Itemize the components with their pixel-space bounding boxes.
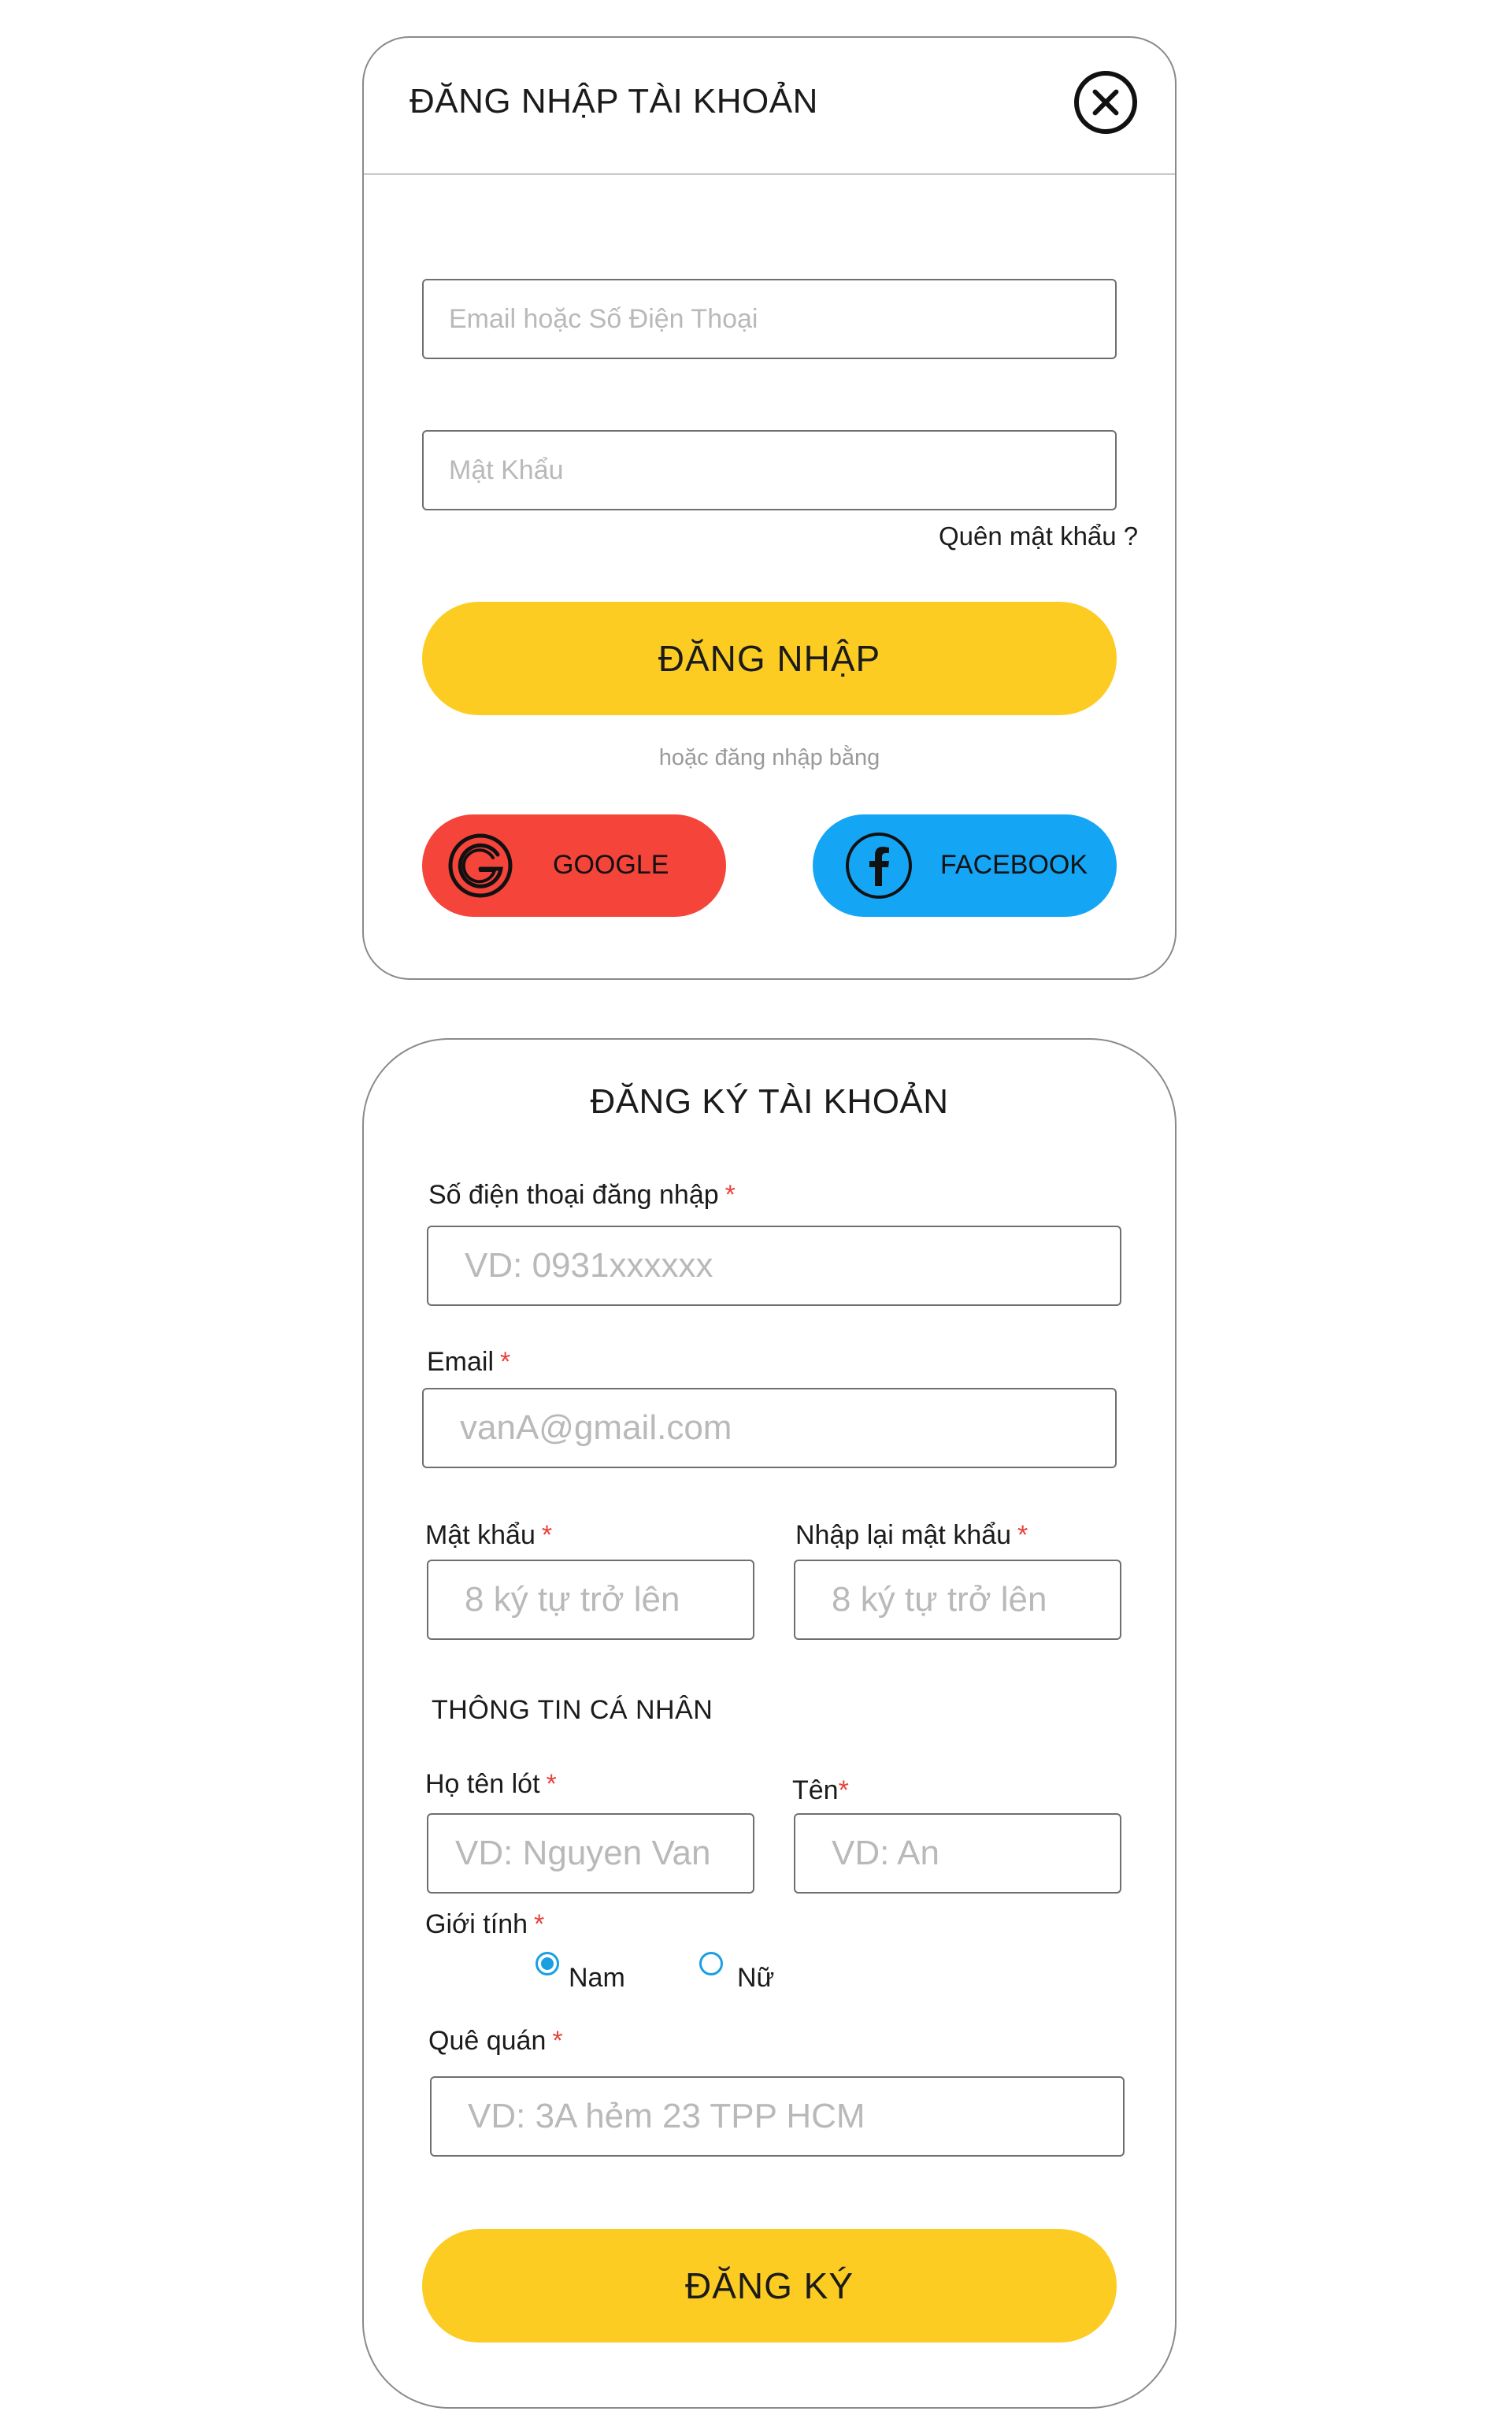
hometown-input[interactable]	[430, 2076, 1125, 2157]
google-icon	[448, 833, 513, 898]
password-input[interactable]	[427, 1560, 754, 1640]
forgot-password-link[interactable]: Quên mật khẩu ?	[939, 521, 1138, 551]
first-name-input[interactable]	[794, 1813, 1121, 1894]
required-mark: *	[546, 1769, 557, 1799]
last-middle-name-label-text: Họ tên lót	[425, 1769, 540, 1799]
password-confirm-input[interactable]	[794, 1560, 1121, 1640]
password-label-text: Mật khẩu	[425, 1520, 536, 1550]
facebook-login-button[interactable]: FACEBOOK	[813, 814, 1117, 917]
gender-label-text: Giới tính	[425, 1909, 528, 1939]
first-name-label-text: Tên	[792, 1775, 839, 1805]
or-login-with-text: hoặc đăng nhập bằng	[658, 745, 880, 770]
email-input[interactable]	[422, 1388, 1117, 1468]
close-icon[interactable]	[1074, 71, 1137, 134]
password-label: Mật khẩu *	[425, 1520, 552, 1551]
password-confirm-label: Nhập lại mật khẩu *	[795, 1520, 1028, 1551]
required-mark: *	[1017, 1520, 1028, 1550]
hometown-label-text: Quê quán	[428, 2026, 547, 2056]
gender-label: Giới tính *	[425, 1909, 544, 1940]
gender-option-male[interactable]: Nam	[569, 1963, 625, 1994]
register-title: ĐĂNG KÝ TÀI KHOẢN	[590, 1082, 949, 1121]
email-label-text: Email	[427, 1347, 495, 1377]
required-mark: *	[724, 1180, 736, 1210]
required-mark: *	[552, 2026, 563, 2056]
google-label: GOOGLE	[553, 850, 669, 880]
login-header-divider	[364, 173, 1175, 175]
phone-label: Số điện thoại đăng nhập *	[428, 1180, 736, 1211]
phone-label-text: Số điện thoại đăng nhập	[428, 1180, 719, 1210]
login-card: ĐĂNG NHẬP TÀI KHOẢN Quên mật khẩu ? ĐĂNG…	[362, 36, 1177, 980]
register-submit-button[interactable]: ĐĂNG KÝ	[422, 2229, 1117, 2343]
login-password-input[interactable]	[422, 430, 1117, 510]
login-title: ĐĂNG NHẬP TÀI KHOẢN	[410, 82, 818, 121]
facebook-label: FACEBOOK	[940, 850, 1088, 880]
register-card: ĐĂNG KÝ TÀI KHOẢN Số điện thoại đăng nhậ…	[362, 1038, 1177, 2409]
phone-input[interactable]	[427, 1226, 1121, 1306]
hometown-label: Quê quán *	[428, 2026, 563, 2057]
login-submit-button[interactable]: ĐĂNG NHẬP	[422, 602, 1117, 715]
required-mark: *	[541, 1520, 553, 1550]
last-middle-name-label: Họ tên lót *	[425, 1769, 557, 1800]
required-mark: *	[838, 1775, 849, 1805]
personal-info-heading: THÔNG TIN CÁ NHÂN	[432, 1695, 713, 1725]
facebook-icon	[846, 833, 912, 899]
login-email-input[interactable]	[422, 279, 1117, 359]
google-login-button[interactable]: GOOGLE	[422, 814, 726, 917]
gender-radio-female[interactable]	[699, 1952, 723, 1975]
email-label: Email *	[427, 1347, 510, 1378]
gender-radio-male[interactable]	[536, 1952, 559, 1975]
first-name-label: Tên*	[792, 1775, 849, 1806]
password-confirm-label-text: Nhập lại mật khẩu	[795, 1520, 1012, 1550]
required-mark: *	[500, 1347, 511, 1377]
required-mark: *	[534, 1909, 545, 1939]
gender-option-female[interactable]: Nữ	[737, 1963, 774, 1994]
last-middle-name-input[interactable]	[427, 1813, 754, 1894]
